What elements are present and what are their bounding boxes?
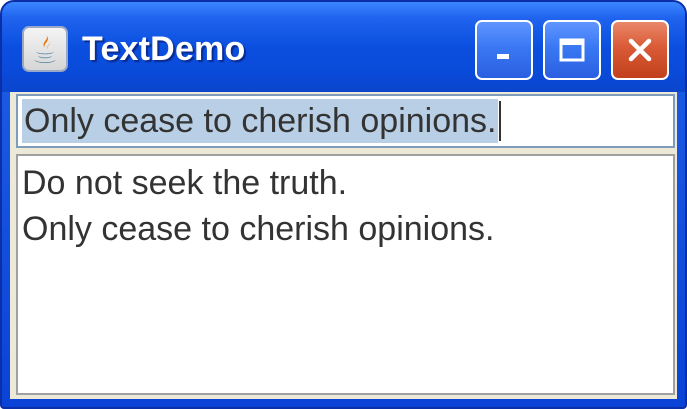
window-title: TextDemo [82, 30, 246, 68]
close-icon [628, 38, 652, 62]
content-pane: Only cease to cherish opinions. Do not s… [10, 92, 677, 399]
app-window: TextDemo Only cease to cherish opinions.… [0, 0, 687, 409]
text-caret [499, 101, 502, 141]
title-bar[interactable]: TextDemo [2, 2, 685, 92]
java-app-icon[interactable] [22, 26, 68, 72]
minimize-button[interactable] [475, 20, 533, 80]
close-button[interactable] [611, 20, 669, 80]
text-area-line: Do not seek the truth. [22, 164, 348, 202]
text-field-selected-text: Only cease to cherish opinions. [22, 99, 499, 143]
text-area-line: Only cease to cherish opinions. [22, 210, 495, 248]
text-area[interactable]: Do not seek the truth. Only cease to che… [16, 154, 675, 395]
maximize-button[interactable] [543, 20, 601, 80]
text-field[interactable]: Only cease to cherish opinions. [16, 94, 675, 148]
maximize-icon [559, 38, 585, 62]
minimize-icon [497, 54, 509, 59]
